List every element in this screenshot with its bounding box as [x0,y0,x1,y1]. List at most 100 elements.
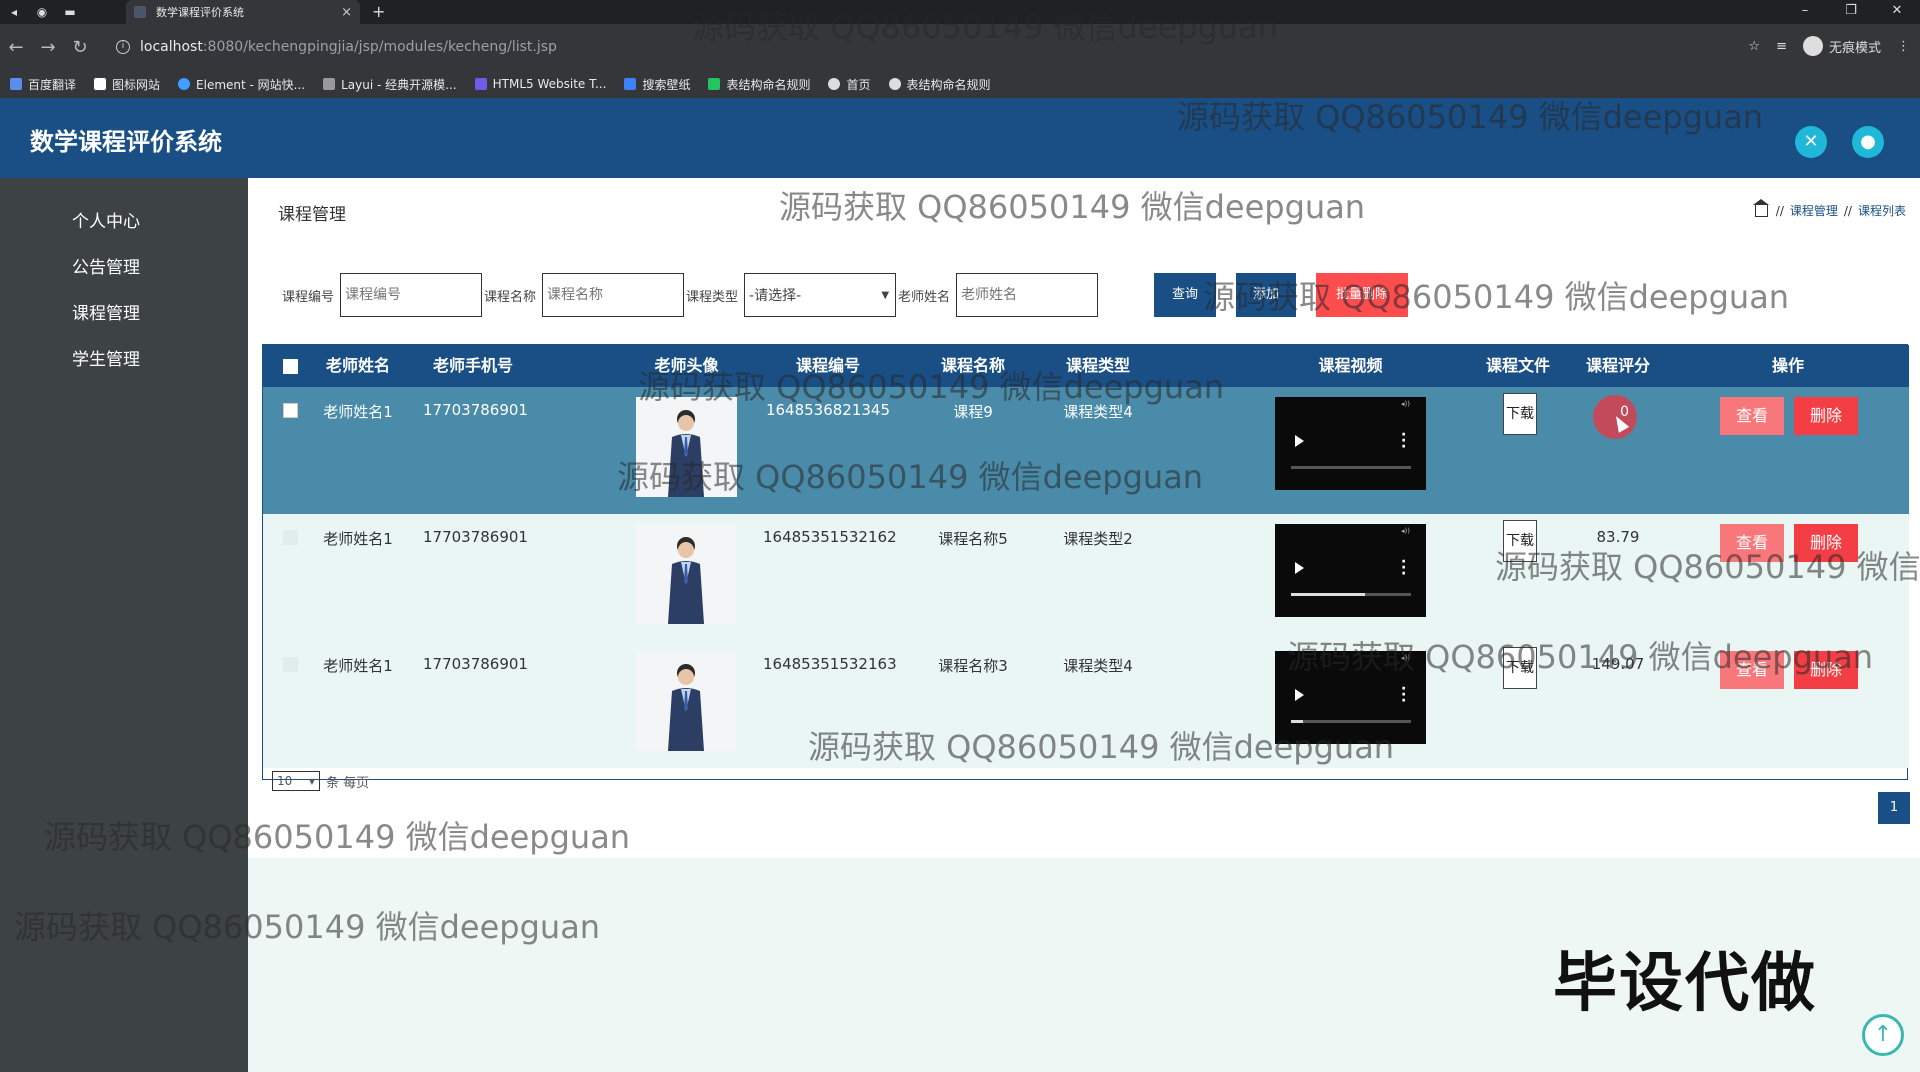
watermark-text: 源码获取 QQ86050149 微信deepguan [638,368,1225,406]
breadcrumb-separator: // [1843,203,1852,218]
teacher-name-input[interactable] [956,273,1099,317]
tab-favicon-icon [134,6,146,18]
new-tab-button[interactable]: + [372,0,385,24]
browser-globe-icon[interactable]: ◉ [28,0,56,24]
header-teacher-name[interactable]: 老师姓名 [313,345,403,387]
bookmark-label: 图标网站 [112,77,161,92]
header-course-file[interactable]: 课程文件 [1473,345,1563,387]
video-progress-track[interactable] [1291,466,1411,469]
delete-button[interactable]: 删除 [1794,397,1858,435]
url-host: localhost [140,39,203,55]
cell-course-type: 课程类型4 [1063,657,1133,675]
row-checkbox[interactable] [283,403,298,418]
window-icon[interactable]: ▬ [56,0,84,24]
page-size-select[interactable]: 10 ▼ [272,771,320,791]
bookmark-icon [624,78,637,90]
bookmark-item[interactable]: 搜索壁纸 [624,76,690,93]
course-code-input[interactable] [340,273,483,317]
incognito-icon [1802,36,1823,56]
bookmark-icon [888,78,901,90]
bookmark-label: 搜索壁纸 [642,77,691,92]
watermark-text: 源码获取 QQ86050149 微信deepguan [44,818,631,856]
header-course-score[interactable]: 课程评分 [1568,345,1668,387]
teacher-avatar [636,524,737,624]
header-course-video[interactable]: 课程视频 [1275,345,1426,387]
breadcrumb-course-list[interactable]: 课程列表 [1858,202,1906,219]
play-icon[interactable] [1295,435,1304,447]
bookmark-label: HTML5 Website T... [492,77,607,91]
browser-tab[interactable]: 数学课程评价系统 × [126,0,360,24]
video-progress-track[interactable] [1291,593,1411,596]
sidebar-item-students[interactable]: 学生管理 [0,337,248,383]
view-button[interactable]: 查看 [1720,397,1784,435]
browser-menu-icon[interactable]: ⋮ [1897,39,1910,54]
bookmark-item[interactable]: Element - 网站快... [178,76,305,93]
bookmark-item[interactable]: 百度翻译 [10,76,76,93]
bookmark-star-icon[interactable]: ☆ [1748,39,1760,54]
course-name-input[interactable] [542,273,685,317]
close-window-button[interactable]: ✕ [1874,0,1920,24]
restore-button[interactable]: ❐ [1828,0,1874,24]
forward-icon[interactable]: → [32,37,64,58]
sidebar-item-courses[interactable]: 课程管理 [0,291,248,337]
bookmark-item[interactable]: 表结构命名规则 [888,76,991,93]
breadcrumb: // 课程管理 // 课程列表 [1752,198,1906,219]
course-video-player[interactable]: ◂)) · · · [1275,397,1426,490]
page-number-button[interactable]: 1 [1878,792,1910,824]
play-icon[interactable] [1295,689,1304,701]
watermark-text: 源码获取 QQ86050149 微信deepguan [1287,638,1874,676]
user-avatar-icon[interactable]: ● [1852,126,1884,158]
course-type-value: -请选择- [749,288,802,304]
play-icon[interactable] [1295,562,1304,574]
teacher-avatar [636,651,737,751]
bookmark-item[interactable]: 图标网站 [94,76,160,93]
bookmark-icon [94,78,107,90]
bookmark-label: Layui - 经典开源模... [341,77,457,92]
site-info-icon[interactable]: i [116,40,130,54]
header-teacher-phone[interactable]: 老师手机号 [423,345,523,387]
bookmark-item[interactable]: 表结构命名规则 [708,76,810,93]
bookmark-item[interactable]: Layui - 经典开源模... [323,76,457,93]
breadcrumb-course-mgmt[interactable]: 课程管理 [1790,202,1838,219]
watermark-text: 源码获取 QQ86050149 微信de [1495,548,1920,586]
tab-close-icon[interactable]: × [341,5,352,20]
course-type-select[interactable]: -请选择- ▼ [744,273,897,317]
course-type-label: 课程类型 [686,289,739,305]
select-all-checkbox[interactable] [283,359,298,374]
speaker-icon[interactable]: ◂ [0,0,28,24]
volume-icon[interactable]: ◂)) [1401,400,1410,408]
app-title: 数学课程评价系统 [30,128,222,156]
bookmark-icon [10,78,22,90]
video-progress-fill [1291,593,1366,596]
header-actions: 操作 [1771,356,1804,375]
incognito-indicator[interactable]: 无痕模式 [1802,36,1881,56]
fullscreen-toggle-icon[interactable]: ✕ [1795,126,1827,158]
bookmark-item[interactable]: 首页 [828,76,871,93]
row-checkbox[interactable] [283,657,298,672]
sidebar-item-personal-center[interactable]: 个人中心 [0,199,248,245]
reading-list-icon[interactable]: ≡ [1776,39,1787,54]
row-checkbox[interactable] [283,530,298,545]
minimize-button[interactable]: – [1782,0,1828,24]
sidebar-item-announcements[interactable]: 公告管理 [0,245,248,291]
page-title: 课程管理 [278,205,346,225]
home-icon[interactable] [1752,198,1769,217]
cell-teacher: 老师姓名1 [323,657,393,675]
cell-course-name: 课程名称5 [938,530,1008,548]
reload-icon[interactable]: ↻ [64,37,96,58]
more-options-icon[interactable]: · · · [1401,428,1406,454]
watermark-text: 源码获取 QQ86050149 微信deepguan [1203,278,1790,316]
more-options-icon[interactable]: · · · [1401,555,1406,581]
course-video-player[interactable]: ◂)) · · · [1275,524,1426,617]
more-options-icon[interactable]: · · · [1401,682,1406,708]
volume-icon[interactable]: ◂)) [1401,527,1410,535]
back-icon[interactable]: ← [0,37,32,58]
watermark-text: 源码获取 QQ86050149 微信deepguan [1177,98,1764,136]
cell-course-name: 课程名称3 [938,657,1008,675]
watermark-text: 源码获取 QQ86050149 微信deepguan [692,8,1279,46]
bookmark-label: 百度翻译 [28,77,77,92]
download-button[interactable]: 下载 [1503,393,1537,435]
bookmark-item[interactable]: HTML5 Website T... [474,77,607,91]
scroll-to-top-icon[interactable]: ↑ [1862,1014,1904,1056]
bookmark-icon [178,78,191,90]
